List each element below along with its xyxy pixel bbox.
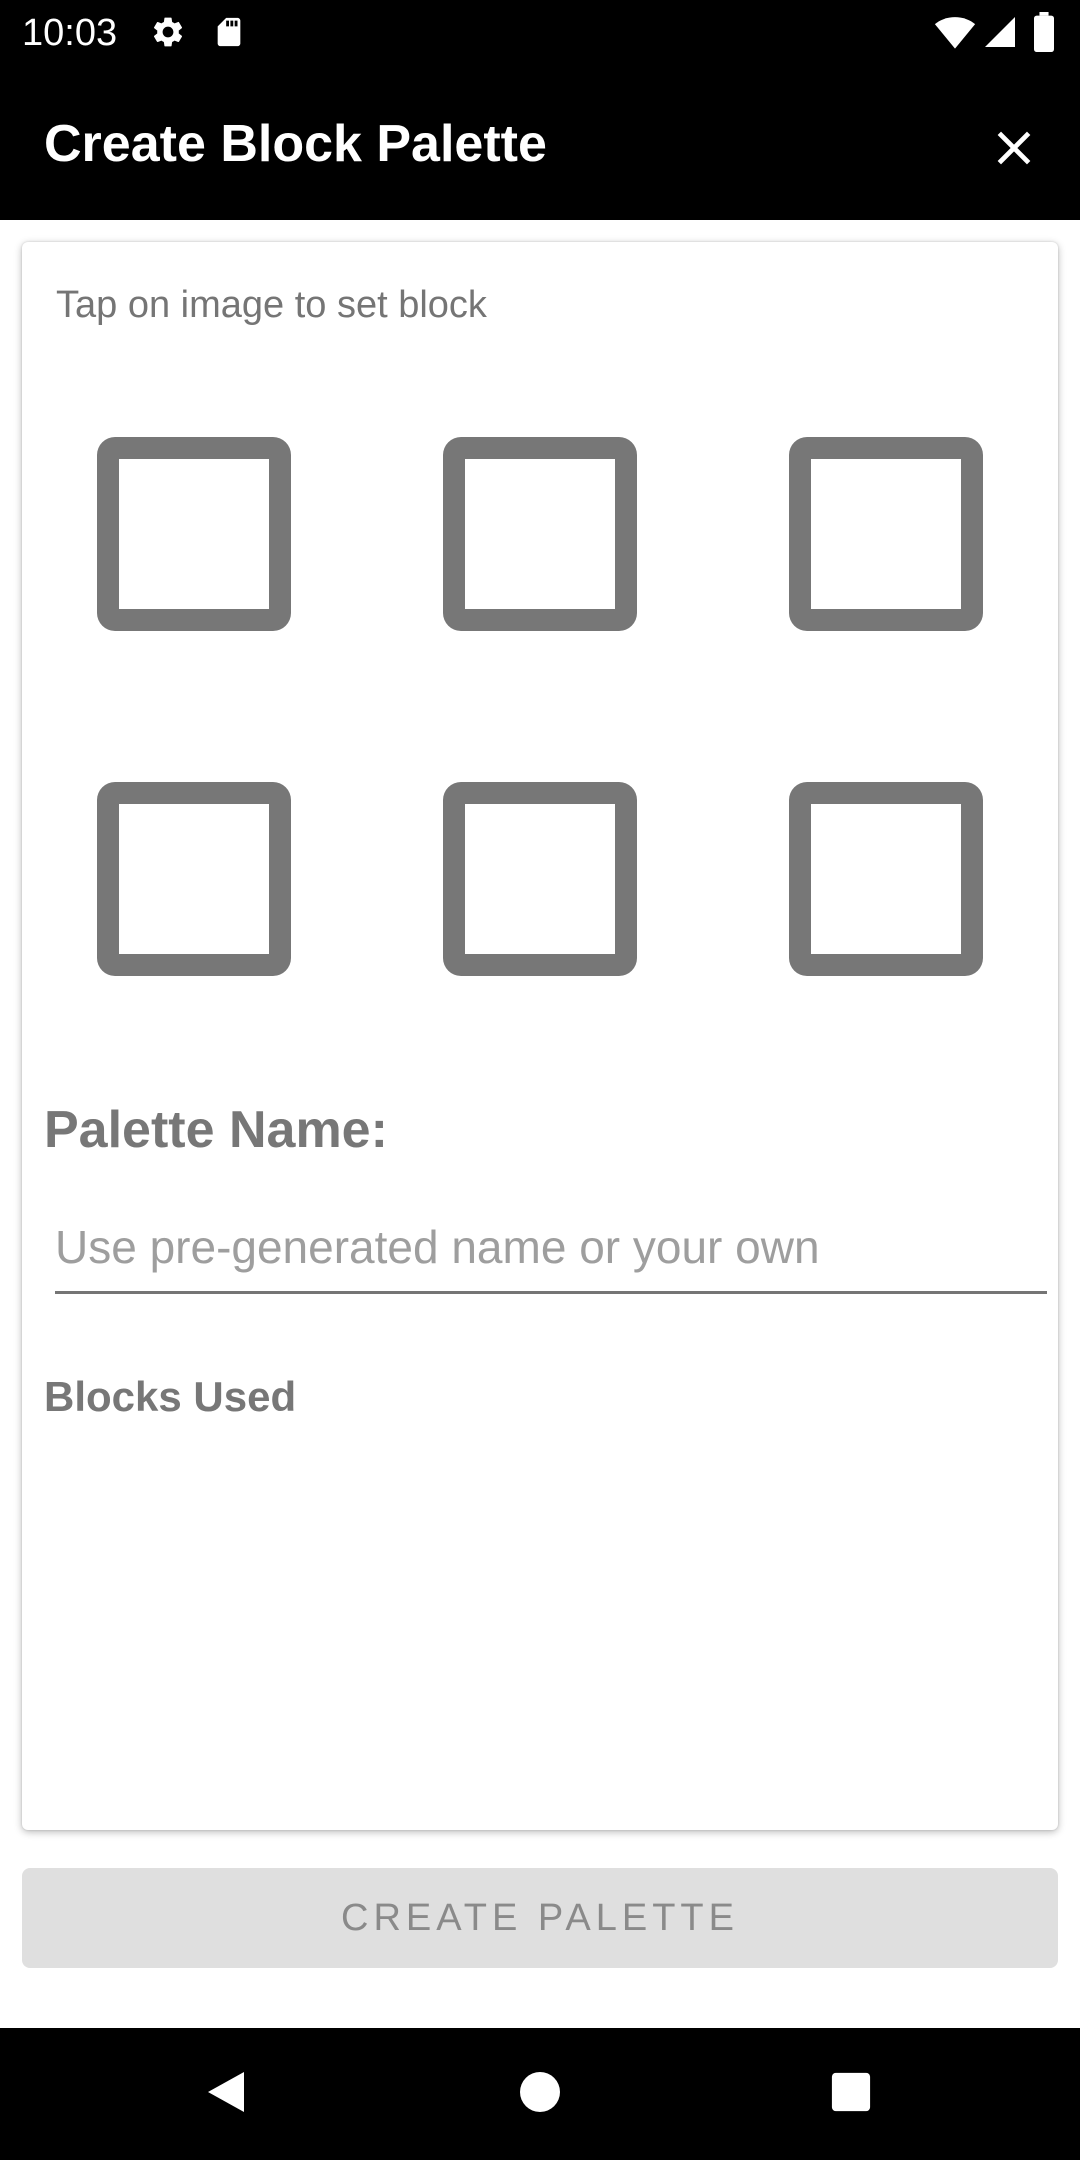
- page-title: Create Block Palette: [44, 115, 547, 173]
- signal-icon: [982, 14, 1018, 55]
- close-button[interactable]: [980, 116, 1048, 184]
- gear-icon: [150, 14, 186, 55]
- status-time: 10:03: [22, 12, 118, 54]
- create-palette-label: CREATE PALETTE: [341, 1896, 739, 1939]
- blocks-used-label: Blocks Used: [44, 1373, 297, 1420]
- block-slot-3[interactable]: [789, 437, 983, 631]
- screen: 10:03 Create Block Palette Tap on image …: [0, 0, 1080, 2160]
- recents-icon: [830, 2071, 872, 2118]
- recents-button[interactable]: [815, 2058, 887, 2130]
- home-icon: [518, 2070, 562, 2119]
- palette-name-label: Palette Name:: [44, 1101, 388, 1159]
- close-icon: [992, 126, 1036, 175]
- block-slot-2[interactable]: [443, 437, 637, 631]
- palette-card: Tap on image to set block Palette Name: …: [22, 242, 1058, 1830]
- navigation-bar: [0, 2028, 1080, 2160]
- palette-name-input[interactable]: [55, 1216, 1047, 1294]
- block-slot-5[interactable]: [443, 782, 637, 976]
- app-toolbar: Create Block Palette: [0, 66, 1080, 220]
- home-button[interactable]: [504, 2058, 576, 2130]
- back-button[interactable]: [190, 2058, 262, 2130]
- block-slot-6[interactable]: [789, 782, 983, 976]
- battery-icon: [1032, 12, 1056, 57]
- status-bar: 10:03: [0, 0, 1080, 66]
- block-slot-4[interactable]: [97, 782, 291, 976]
- create-palette-button[interactable]: CREATE PALETTE: [22, 1868, 1058, 1968]
- back-icon: [204, 2068, 248, 2121]
- hint-text: Tap on image to set block: [56, 284, 487, 326]
- block-slot-1[interactable]: [97, 437, 291, 631]
- sd-card-icon: [212, 14, 246, 55]
- wifi-icon: [934, 14, 976, 55]
